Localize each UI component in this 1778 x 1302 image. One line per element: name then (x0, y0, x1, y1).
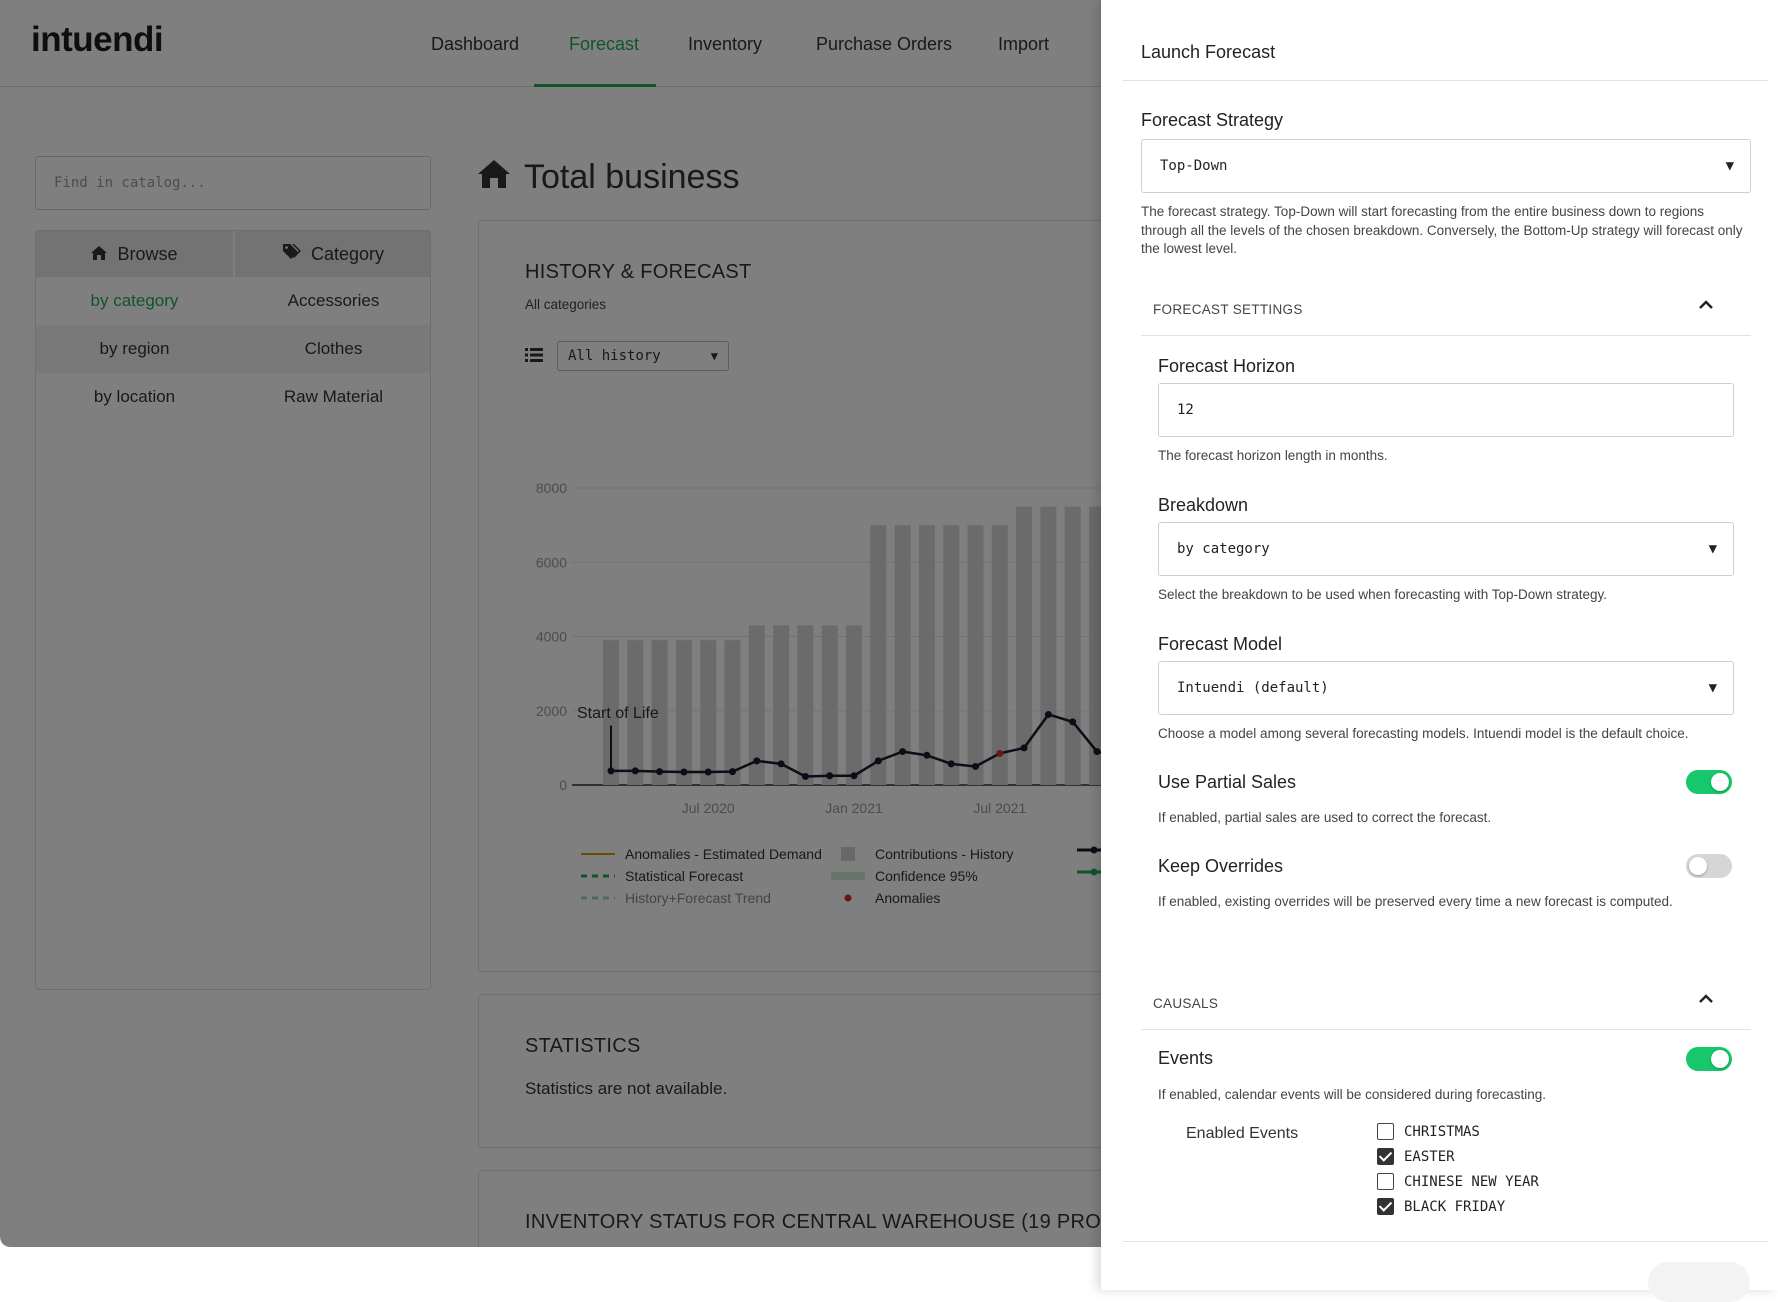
launch-forecast-drawer: Launch Forecast Forecast Strategy Top-Do… (1101, 0, 1778, 1302)
drawer-title: Launch Forecast (1141, 42, 1276, 62)
use-partial-sales-toggle[interactable] (1686, 770, 1732, 794)
event-christmas[interactable]: CHRISTMAS (1377, 1123, 1480, 1140)
forecast-horizon-help: The forecast horizon length in months. (1158, 448, 1388, 463)
checkbox[interactable] (1377, 1123, 1394, 1140)
use-partial-sales-help: If enabled, partial sales are used to co… (1158, 810, 1492, 825)
event-chinese-new-year[interactable]: CHINESE NEW YEAR (1377, 1173, 1539, 1190)
keep-overrides-help: If enabled, existing overrides will be p… (1158, 894, 1673, 909)
events-label: Events (1158, 1048, 1214, 1068)
forecast-model-help: Choose a model among several forecasting… (1158, 726, 1689, 741)
breakdown-help: Select the breakdown to be used when for… (1158, 587, 1608, 602)
breakdown-select[interactable]: by category ▼ (1158, 522, 1734, 576)
forecast-strategy-value: Top-Down (1160, 158, 1228, 174)
chevron-up-icon[interactable] (1698, 296, 1714, 314)
chevron-up-icon[interactable] (1698, 990, 1714, 1008)
checkbox-checked[interactable] (1377, 1198, 1394, 1215)
event-easter[interactable]: EASTER (1377, 1148, 1455, 1165)
forecast-strategy-select[interactable]: Top-Down ▼ (1141, 139, 1751, 193)
chevron-down-icon: ▼ (1725, 158, 1734, 174)
event-black-friday[interactable]: BLACK FRIDAY (1377, 1198, 1505, 1215)
forecast-strategy-help: The forecast strategy. Top-Down will sta… (1141, 204, 1743, 256)
forecast-strategy-label: Forecast Strategy (1141, 110, 1284, 130)
divider (1123, 80, 1768, 81)
chevron-down-icon: ▼ (1708, 680, 1717, 696)
causals-header[interactable]: CAUSALS (1153, 996, 1218, 1011)
keep-overrides-toggle[interactable] (1686, 854, 1732, 878)
forecast-settings-header[interactable]: FORECAST SETTINGS (1153, 302, 1303, 317)
divider (1123, 1241, 1768, 1242)
use-partial-sales-label: Use Partial Sales (1158, 772, 1297, 792)
checkbox[interactable] (1377, 1173, 1394, 1190)
events-help: If enabled, calendar events will be cons… (1158, 1087, 1546, 1102)
checkbox-checked[interactable] (1377, 1148, 1394, 1165)
launch-button[interactable] (1648, 1262, 1750, 1302)
chevron-down-icon: ▼ (1708, 541, 1717, 557)
keep-overrides-label: Keep Overrides (1158, 856, 1284, 876)
forecast-model-value: Intuendi (default) (1177, 680, 1329, 696)
divider (1141, 335, 1751, 336)
breakdown-value: by category (1177, 541, 1270, 557)
forecast-model-label: Forecast Model (1158, 634, 1283, 654)
divider (1141, 1029, 1751, 1030)
forecast-horizon-input[interactable]: 12 (1158, 383, 1734, 437)
events-toggle[interactable] (1686, 1047, 1732, 1071)
forecast-horizon-label: Forecast Horizon (1158, 356, 1296, 376)
breakdown-label: Breakdown (1158, 495, 1249, 515)
forecast-model-select[interactable]: Intuendi (default) ▼ (1158, 661, 1734, 715)
enabled-events-label: Enabled Events (1186, 1125, 1299, 1142)
